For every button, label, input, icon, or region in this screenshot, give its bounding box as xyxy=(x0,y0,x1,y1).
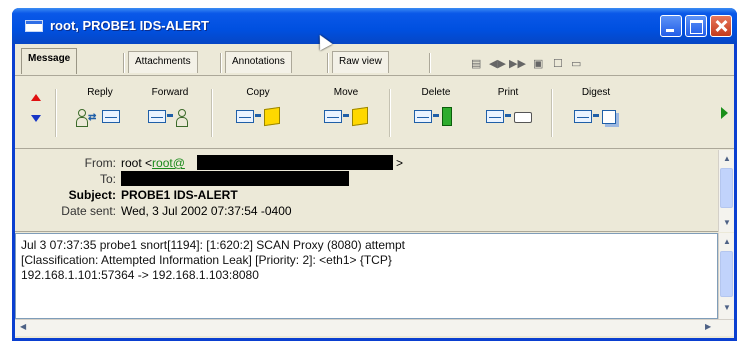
body-line: Jul 3 07:37:35 probe1 snort[1194]: [1:62… xyxy=(21,238,406,252)
tab-attachments[interactable]: Attachments xyxy=(128,51,198,73)
body-scrollbar[interactable]: ▲ ▼ xyxy=(718,233,734,319)
copy-icon xyxy=(234,106,282,127)
digest-icon xyxy=(572,107,620,127)
toolbar-divider xyxy=(551,89,553,137)
headers-scrollbar[interactable]: ▲ ▼ xyxy=(718,150,734,232)
scroll-down-icon[interactable]: ▼ xyxy=(723,218,731,227)
toolbar-divider xyxy=(389,89,391,137)
digest-button[interactable]: Digest xyxy=(565,87,627,130)
tab-bar: Message Attachments Annotations Raw view… xyxy=(15,44,734,76)
tab-divider xyxy=(220,53,222,73)
date-label: Date sent: xyxy=(61,204,116,218)
message-headers: From: root <root@ > To: Subject: PROBE1 … xyxy=(15,150,718,232)
reply-icon: ⇄ xyxy=(76,107,124,127)
window-title: root, PROBE1 IDS-ALERT xyxy=(50,18,209,33)
scroll-thumb[interactable] xyxy=(720,168,733,208)
scroll-thumb[interactable] xyxy=(720,251,733,297)
delete-label: Delete xyxy=(421,87,451,98)
forward-label: Forward xyxy=(151,87,189,98)
from-name: root < xyxy=(121,156,153,170)
toolbar-overflow-icon[interactable] xyxy=(721,107,728,119)
mail-window: root, PROBE1 IDS-ALERT Message Attachmen… xyxy=(12,8,737,341)
body-line: [Classification: Attempted Information L… xyxy=(21,253,392,267)
next-message-icon[interactable] xyxy=(31,115,41,122)
previous-message-icon[interactable] xyxy=(31,94,41,101)
tab-divider xyxy=(327,53,329,73)
digest-label: Digest xyxy=(581,87,611,98)
body-line: 192.168.1.101:57364 -> 192.168.1.103:808… xyxy=(21,268,259,282)
note-icon[interactable]: ▭ xyxy=(571,57,581,70)
toolbar-divider xyxy=(211,89,213,137)
maximize-button[interactable] xyxy=(685,15,707,37)
minimize-button[interactable] xyxy=(660,15,682,37)
print-button[interactable]: Print xyxy=(477,87,539,130)
scroll-down-icon[interactable]: ▼ xyxy=(723,303,731,312)
tab-message[interactable]: Message xyxy=(21,48,78,74)
mail-app-icon xyxy=(25,20,43,32)
small-toolbar-icon[interactable]: ▤ xyxy=(471,57,481,70)
delete-icon xyxy=(412,107,460,127)
from-label: From: xyxy=(84,156,116,170)
previous-icon[interactable]: ◀▶ xyxy=(489,57,506,70)
tab-annotations[interactable]: Annotations xyxy=(225,51,292,73)
lock-icon[interactable]: ▣ xyxy=(533,57,543,70)
print-label: Print xyxy=(497,87,519,98)
redaction-bar xyxy=(121,171,349,186)
next-icon[interactable]: ▶▶ xyxy=(509,57,526,70)
title-bar[interactable]: root, PROBE1 IDS-ALERT xyxy=(12,8,737,44)
move-icon xyxy=(322,106,370,127)
tab-divider xyxy=(123,53,125,73)
reply-button[interactable]: Reply ⇄ xyxy=(69,87,131,130)
close-button[interactable] xyxy=(710,15,732,37)
to-label: To: xyxy=(99,172,116,186)
from-email-link[interactable]: root@ xyxy=(152,156,185,170)
move-label: Move xyxy=(333,87,359,98)
from-bracket: > xyxy=(396,156,404,170)
action-toolbar: Reply ⇄ Forward Copy Move Delete Print D… xyxy=(15,77,734,149)
message-body[interactable]: Jul 3 07:37:35 probe1 snort[1194]: [1:62… xyxy=(15,233,718,319)
scroll-left-icon[interactable]: ◀ xyxy=(20,322,26,331)
reply-label: Reply xyxy=(87,87,113,98)
redaction-bar xyxy=(197,155,393,170)
scroll-up-icon[interactable]: ▲ xyxy=(723,154,731,163)
flag-icon[interactable]: ☐ xyxy=(553,57,563,70)
subject-label: Subject: xyxy=(68,188,116,202)
scroll-right-icon[interactable]: ▶ xyxy=(705,322,711,331)
copy-label: Copy xyxy=(246,87,270,98)
forward-button[interactable]: Forward xyxy=(139,87,201,130)
copy-button[interactable]: Copy xyxy=(227,87,289,130)
from-value: root <root@ xyxy=(121,156,185,170)
scroll-up-icon[interactable]: ▲ xyxy=(723,237,731,246)
date-value: Wed, 3 Jul 2002 07:37:54 -0400 xyxy=(121,204,292,218)
tab-raw-view[interactable]: Raw view xyxy=(332,51,389,73)
tab-divider xyxy=(429,53,431,73)
subject-value: PROBE1 IDS-ALERT xyxy=(121,188,238,202)
move-button[interactable]: Move xyxy=(315,87,377,130)
delete-button[interactable]: Delete xyxy=(405,87,467,130)
print-icon xyxy=(484,107,532,127)
forward-icon xyxy=(146,107,194,127)
toolbar-divider xyxy=(55,89,57,137)
horizontal-scrollbar[interactable]: ◀ ▶ xyxy=(15,319,734,336)
